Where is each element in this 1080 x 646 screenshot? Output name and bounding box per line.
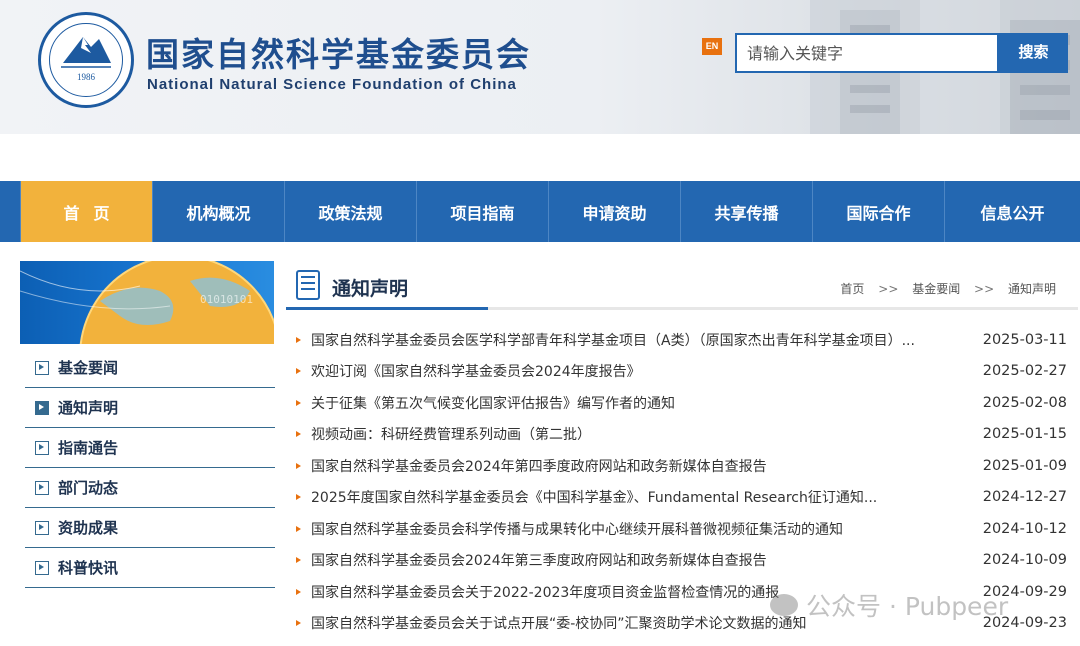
wechat-icon	[770, 594, 798, 616]
breadcrumb-separator: >>	[878, 282, 899, 296]
nav-item-apply[interactable]: 申请资助	[548, 181, 680, 242]
header-accent-bar	[286, 307, 488, 310]
search-button[interactable]: 搜索	[999, 33, 1068, 73]
news-date: 2025-03-11	[982, 331, 1067, 348]
news-title-link[interactable]: 2025年度国家自然科学基金委员会《中国科学基金》、Fundamental Re…	[311, 487, 956, 507]
news-title-link[interactable]: 国家自然科学基金委员会2024年第四季度政府网站和政务新媒体自查报告	[311, 456, 956, 476]
play-square-icon	[35, 400, 49, 415]
site-title[interactable]: 国家自然科学基金委员会	[146, 28, 531, 76]
site-subtitle: National Natural Science Foundation of C…	[147, 76, 517, 93]
breadcrumb-separator: >>	[974, 282, 995, 296]
triangle-bullet-icon	[296, 525, 301, 532]
triangle-bullet-icon	[296, 336, 301, 343]
play-square-icon	[35, 360, 49, 375]
list-item[interactable]: 欢迎订阅《国家自然科学基金委员会2024年度报告》 2025-02-27	[296, 356, 1071, 388]
triangle-bullet-icon	[296, 620, 301, 627]
sidebar-item-label: 通知声明	[58, 399, 119, 417]
list-item[interactable]: 国家自然科学基金委员会2024年第三季度政府网站和政务新媒体自查报告 2024-…	[296, 545, 1071, 577]
content-header: 通知声明 首页 >> 基金要闻 >> 通知声明	[286, 264, 1078, 310]
news-date: 2025-02-27	[982, 363, 1067, 380]
triangle-bullet-icon	[296, 368, 301, 375]
play-square-icon	[35, 440, 49, 455]
sidebar-item-label: 科普快讯	[58, 559, 119, 577]
breadcrumb-fund-news[interactable]: 基金要闻	[912, 282, 960, 296]
list-item[interactable]: 国家自然科学基金委员会医学科学部青年科学基金项目（A类）（原国家杰出青年科学基金…	[296, 324, 1071, 356]
sidebar-item-label: 指南通告	[58, 439, 119, 457]
mountain-logo-icon	[61, 37, 111, 68]
sidebar-item-science-news[interactable]: 科普快讯	[25, 548, 275, 588]
news-date: 2024-10-09	[982, 552, 1067, 569]
page-title: 通知声明	[332, 278, 409, 300]
site-header: 1986 国家自然科学基金委员会 National Natural Scienc…	[0, 0, 1080, 134]
nav-item-international[interactable]: 国际合作	[812, 181, 944, 242]
news-title-link[interactable]: 国家自然科学基金委员会2024年第三季度政府网站和政务新媒体自查报告	[311, 550, 956, 570]
sidebar-item-label: 部门动态	[58, 479, 119, 497]
nav-item-disclosure[interactable]: 信息公开	[944, 181, 1080, 242]
news-title-link[interactable]: 欢迎订阅《国家自然科学基金委员会2024年度报告》	[311, 361, 956, 381]
news-title-link[interactable]: 国家自然科学基金委员会科学传播与成果转化中心继续开展科普微视频征集活动的通知	[311, 519, 956, 539]
triangle-bullet-icon	[296, 588, 301, 595]
news-date: 2025-01-09	[982, 457, 1067, 474]
list-item[interactable]: 国家自然科学基金委员会2024年第四季度政府网站和政务新媒体自查报告 2025-…	[296, 450, 1071, 482]
play-square-icon	[35, 560, 49, 575]
list-item[interactable]: 视频动画：科研经费管理系列动画（第二批） 2025-01-15	[296, 419, 1071, 451]
seal-year: 1986	[77, 72, 95, 82]
sidebar-item-notices[interactable]: 通知声明	[25, 388, 275, 428]
list-item[interactable]: 2025年度国家自然科学基金委员会《中国科学基金》、Fundamental Re…	[296, 482, 1071, 514]
globe-image: 01010101	[20, 261, 274, 344]
sidebar-item-achievements[interactable]: 资助成果	[25, 508, 275, 548]
main-nav: 首页 机构概况 政策法规 项目指南 申请资助 共享传播 国际合作 信息公开	[0, 181, 1080, 242]
news-date: 2025-02-08	[982, 394, 1067, 411]
nav-item-policy[interactable]: 政策法规	[284, 181, 416, 242]
sidebar-item-guides[interactable]: 指南通告	[25, 428, 275, 468]
breadcrumb-home[interactable]: 首页	[840, 282, 864, 296]
sidebar-item-fund-news[interactable]: 基金要闻	[25, 348, 275, 388]
list-item[interactable]: 关于征集《第五次气候变化国家评估报告》编写作者的通知 2025-02-08	[296, 387, 1071, 419]
list-item[interactable]: 国家自然科学基金委员会科学传播与成果转化中心继续开展科普微视频征集活动的通知 2…	[296, 513, 1071, 545]
triangle-bullet-icon	[296, 557, 301, 564]
news-title-link[interactable]: 视频动画：科研经费管理系列动画（第二批）	[311, 424, 956, 444]
nsfc-logo-seal[interactable]: 1986	[38, 12, 134, 108]
play-square-icon	[35, 520, 49, 535]
news-title-link[interactable]: 关于征集《第五次气候变化国家评估报告》编写作者的通知	[311, 393, 956, 413]
news-title-link[interactable]: 国家自然科学基金委员会医学科学部青年科学基金项目（A类）（原国家杰出青年科学基金…	[311, 330, 956, 350]
news-date: 2024-12-27	[982, 489, 1067, 506]
document-icon	[296, 270, 320, 300]
english-language-link[interactable]: EN	[702, 38, 722, 55]
triangle-bullet-icon	[296, 399, 301, 406]
sidebar-menu: 基金要闻 通知声明 指南通告 部门动态 资助成果 科普快讯	[25, 348, 275, 588]
nav-item-about[interactable]: 机构概况	[152, 181, 284, 242]
watermark: 公众号 · Pubpeer	[770, 587, 1008, 623]
svg-text:01010101: 01010101	[200, 293, 253, 306]
triangle-bullet-icon	[296, 494, 301, 501]
nav-item-guide[interactable]: 项目指南	[416, 181, 548, 242]
news-date: 2024-10-12	[982, 520, 1067, 537]
play-square-icon	[35, 480, 49, 495]
sidebar-item-department-news[interactable]: 部门动态	[25, 468, 275, 508]
watermark-text: 公众号 · Pubpeer	[806, 592, 1009, 621]
sidebar-item-label: 基金要闻	[58, 359, 119, 377]
nav-item-share[interactable]: 共享传播	[680, 181, 812, 242]
triangle-bullet-icon	[296, 462, 301, 469]
search-input[interactable]	[735, 33, 999, 73]
breadcrumb: 首页 >> 基金要闻 >> 通知声明	[840, 280, 1056, 297]
news-date: 2025-01-15	[982, 426, 1067, 443]
nav-item-home[interactable]: 首页	[20, 181, 152, 242]
sidebar-globe-banner: 01010101	[20, 261, 274, 344]
triangle-bullet-icon	[296, 431, 301, 438]
sidebar-item-label: 资助成果	[58, 519, 119, 537]
breadcrumb-current[interactable]: 通知声明	[1008, 282, 1056, 296]
